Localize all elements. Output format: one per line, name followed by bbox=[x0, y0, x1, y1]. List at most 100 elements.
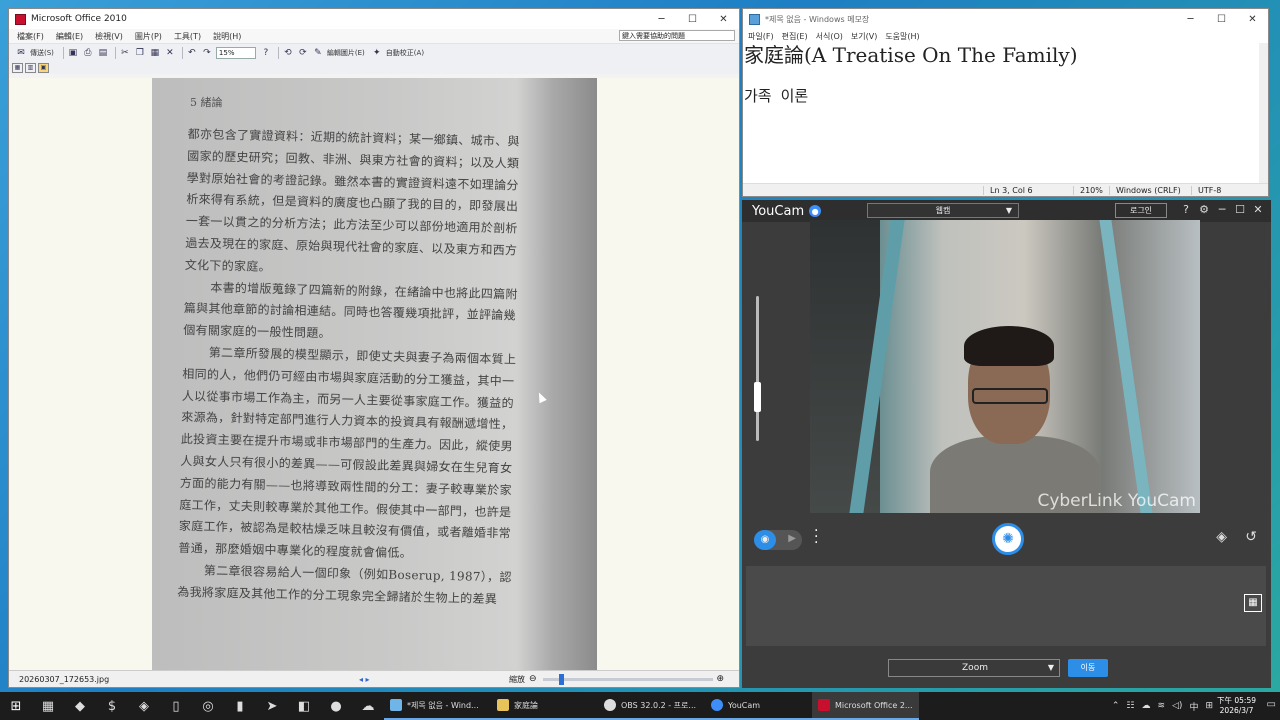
menu-view[interactable]: 檢視(V) bbox=[95, 31, 123, 42]
notepad-menu-format[interactable]: 서식(O) bbox=[816, 31, 843, 42]
undo-icon[interactable]: ↶ bbox=[186, 47, 198, 59]
zoom-slider[interactable] bbox=[542, 673, 713, 685]
help-search-box[interactable]: 鍵入需要協助的問題 bbox=[619, 30, 735, 41]
menu-picture[interactable]: 圖片(P) bbox=[135, 31, 162, 42]
clock[interactable]: 下午 05:59 2026/3/7 bbox=[1217, 696, 1256, 716]
video-icon[interactable]: ▶ bbox=[788, 533, 796, 544]
windows-start-icon[interactable]: ⊞ bbox=[0, 699, 32, 714]
zoom-rail-knob[interactable] bbox=[754, 382, 761, 412]
usb-icon[interactable]: ▮ bbox=[224, 699, 256, 714]
cloud-icon[interactable]: ☁ bbox=[352, 699, 384, 714]
cursor-app-icon[interactable]: ➤ bbox=[256, 699, 288, 714]
zoom-in-icon[interactable]: ⊕ bbox=[717, 674, 725, 684]
dollar-icon[interactable]: $ bbox=[96, 699, 128, 714]
notepad-minimize-button[interactable]: ─ bbox=[1175, 9, 1206, 29]
zoom-slider-thumb[interactable] bbox=[558, 673, 564, 685]
visual-studio-icon[interactable]: ◧ bbox=[288, 699, 320, 714]
store-icon[interactable]: ◆ bbox=[64, 699, 96, 714]
shield-icon[interactable]: ◈ bbox=[128, 699, 160, 714]
paste-icon[interactable]: ▦ bbox=[149, 47, 161, 59]
grid-view-icon[interactable]: ▦ bbox=[1244, 594, 1262, 612]
zoom-out-icon[interactable]: ⊖ bbox=[529, 674, 537, 684]
notepad-menu-view[interactable]: 보기(V) bbox=[851, 31, 877, 42]
layers-icon[interactable]: ◈ bbox=[1216, 529, 1227, 545]
file-icon[interactable]: ▯ bbox=[160, 699, 192, 714]
gear-icon[interactable]: ⚙ bbox=[1195, 203, 1213, 216]
ime-mode-icon[interactable]: ⊞ bbox=[1205, 701, 1213, 711]
help-icon[interactable]: ? bbox=[260, 47, 272, 59]
notepad-close-button[interactable]: ✕ bbox=[1237, 9, 1268, 29]
zoom-rail[interactable] bbox=[754, 296, 761, 441]
send-button[interactable]: 傳送(S) bbox=[30, 48, 54, 58]
filmstrip-view-icon[interactable]: ▥ bbox=[25, 62, 36, 73]
taskbar: ⊞ ▦ ◆ $ ◈ ▯ ◎ ▮ ➤ ◧ ● ☁ *제목 없음 - Wind...… bbox=[0, 692, 1280, 720]
volume-icon[interactable]: ◁) bbox=[1172, 701, 1182, 711]
menu-edit[interactable]: 編輯(E) bbox=[56, 31, 83, 42]
task-youcam[interactable]: YouCam bbox=[705, 692, 812, 720]
autocorrect-icon[interactable]: ✦ bbox=[371, 47, 383, 59]
shutter-button[interactable]: ✺ bbox=[992, 523, 1024, 555]
image-canvas[interactable]: 5 緒論 都亦包含了實證資料：近期的統計資料；某一鄉鎮、城市、與國家的歷史研究；… bbox=[9, 78, 739, 671]
help-icon[interactable]: ? bbox=[1177, 203, 1195, 216]
youcam-close-button[interactable]: ✕ bbox=[1249, 203, 1267, 216]
notepad-statusbar: Ln 3, Col 6 210% Windows (CRLF) UTF-8 bbox=[743, 183, 1268, 196]
redo-icon[interactable]: ↷ bbox=[201, 47, 213, 59]
wifi-icon[interactable]: ≋ bbox=[1157, 701, 1165, 711]
notepad-text-area[interactable]: 家庭論(A Treatise On The Family) 가족 이론 bbox=[743, 43, 1261, 184]
youcam-minimize-button[interactable]: ─ bbox=[1213, 203, 1231, 216]
page-nav-arrows[interactable]: ◂ ▸ bbox=[359, 675, 509, 684]
task-youcam-label: YouCam bbox=[728, 700, 761, 710]
firefox-icon[interactable]: ● bbox=[320, 699, 352, 714]
zoom-mode-select[interactable]: Zoom ▼ bbox=[888, 659, 1060, 677]
notepad-maximize-button[interactable]: ☐ bbox=[1206, 9, 1237, 29]
undo-icon[interactable]: ↺ bbox=[1245, 529, 1257, 545]
user-badge-icon[interactable]: ● bbox=[809, 205, 822, 217]
close-button[interactable]: ✕ bbox=[708, 9, 739, 29]
copy-icon[interactable]: ❐ bbox=[134, 47, 146, 59]
minimize-button[interactable]: ─ bbox=[646, 9, 677, 29]
go-button[interactable]: 이동 bbox=[1068, 659, 1108, 677]
calculator-icon[interactable]: ▦ bbox=[32, 699, 64, 714]
scan-icon[interactable]: ▤ bbox=[97, 47, 109, 59]
single-view-icon[interactable]: ▣ bbox=[38, 62, 49, 73]
edit-picture-icon[interactable]: ✎ bbox=[312, 47, 324, 59]
task-obs[interactable]: OBS 32.0.2 - 프로... bbox=[598, 692, 705, 720]
notepad-menu-edit[interactable]: 편집(E) bbox=[782, 31, 808, 42]
notepad-menu-file[interactable]: 파일(F) bbox=[748, 31, 774, 42]
menu-help[interactable]: 說明(H) bbox=[213, 31, 241, 42]
menu-file[interactable]: 檔案(F) bbox=[17, 31, 44, 42]
mode-toggle[interactable]: ◉ ▶ bbox=[754, 530, 802, 550]
cloud-sync-icon[interactable]: ☁ bbox=[1141, 701, 1150, 711]
notepad-menubar: 파일(F) 편집(E) 서식(O) 보기(V) 도움말(H) bbox=[743, 29, 1268, 43]
camera-icon[interactable]: ◉ bbox=[754, 530, 776, 550]
save-icon[interactable]: ▣ bbox=[67, 47, 79, 59]
menu-tools[interactable]: 工具(T) bbox=[174, 31, 201, 42]
notification-icon[interactable]: ▭ bbox=[1267, 699, 1276, 710]
app-icon[interactable]: ◎ bbox=[192, 699, 224, 714]
print-icon[interactable]: ⎙ bbox=[82, 47, 94, 59]
ime-language[interactable]: 中 bbox=[1189, 700, 1198, 713]
paragraph-4: 第二章很容易給人一個印象（例如Boserup, 1987），認為我將家庭及其他工… bbox=[177, 563, 512, 606]
autocorrect-button[interactable]: 自動校正(A) bbox=[386, 48, 424, 58]
cut-icon[interactable]: ✂ bbox=[119, 47, 131, 59]
chevron-up-icon[interactable]: ⌃ bbox=[1112, 701, 1120, 711]
more-options-icon[interactable]: · · · bbox=[814, 524, 818, 550]
notepad-menu-help[interactable]: 도움말(H) bbox=[885, 31, 919, 42]
maximize-button[interactable]: ☐ bbox=[677, 9, 708, 29]
notepad-scrollbar[interactable] bbox=[1259, 43, 1268, 184]
task-office[interactable]: Microsoft Office 2... bbox=[812, 692, 919, 720]
encoding: UTF-8 bbox=[1191, 185, 1221, 195]
webcam-select[interactable]: 웹캠 ▼ bbox=[867, 203, 1019, 218]
task-folder[interactable]: 家庭論 bbox=[491, 692, 598, 720]
send-icon[interactable]: ✉ bbox=[15, 47, 27, 59]
login-button[interactable]: 로그인 bbox=[1115, 203, 1167, 218]
youcam-maximize-button[interactable]: ☐ bbox=[1231, 203, 1249, 216]
network-icon[interactable]: ☷ bbox=[1126, 701, 1134, 711]
thumbnail-view-icon[interactable]: ▦ bbox=[12, 62, 23, 73]
zoom-select[interactable]: 15% bbox=[215, 46, 256, 59]
delete-icon[interactable]: ✕ bbox=[164, 47, 176, 59]
edit-picture-button[interactable]: 編輯圖片(E) bbox=[327, 48, 365, 58]
rotate-left-icon[interactable]: ⟲ bbox=[282, 47, 294, 59]
task-notepad[interactable]: *제목 없음 - Wind... bbox=[384, 692, 491, 720]
rotate-right-icon[interactable]: ⟳ bbox=[297, 47, 309, 59]
